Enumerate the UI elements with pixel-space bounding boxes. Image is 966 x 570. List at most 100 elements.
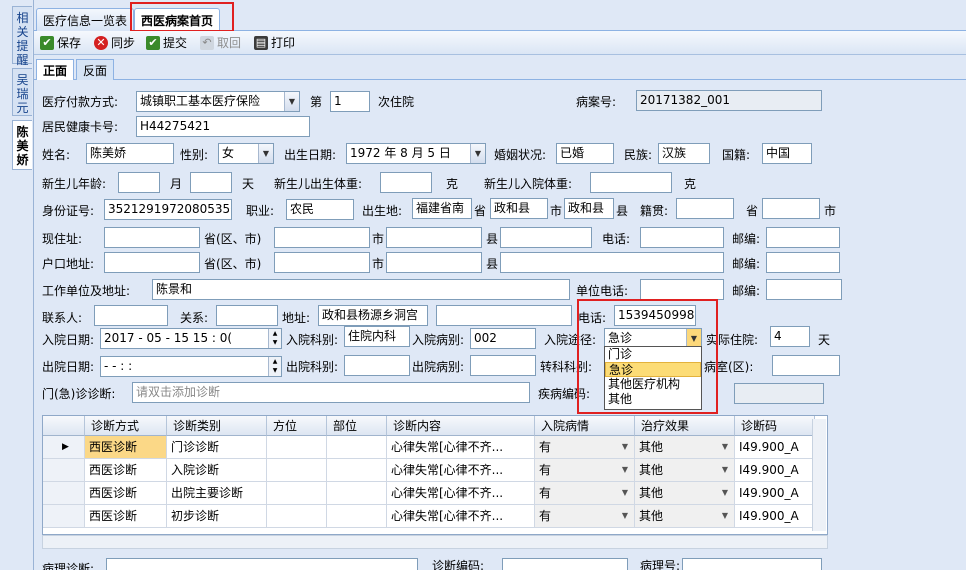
cell-admit-condition[interactable]: 有 ▼ [535, 505, 635, 528]
col-header-admit-condition[interactable]: 入院病情 [535, 416, 635, 436]
hukou-zip-input[interactable] [766, 252, 840, 273]
cell-content[interactable]: 心律失常[心律不齐... [387, 459, 535, 482]
chevron-down-icon[interactable]: ▼ [718, 485, 732, 501]
sync-button[interactable]: ✕ 同步 [94, 34, 135, 52]
birthplace-province-input[interactable]: 福建省南 [412, 198, 472, 219]
current-address-county-input[interactable] [386, 227, 482, 248]
grid-vertical-scrollbar[interactable] [812, 419, 826, 531]
chevron-down-icon[interactable]: ▼ [618, 439, 632, 455]
discharge-dept-input[interactable] [344, 355, 410, 376]
cell-orientation[interactable] [267, 505, 327, 528]
contact-address-input[interactable]: 政和县杨源乡洞宫 [318, 305, 428, 326]
chevron-down-icon[interactable]: ▼ [618, 462, 632, 478]
birth-date-picker[interactable]: 1972 年 8 月 5 日 ▼ [346, 143, 486, 164]
chevron-down-icon[interactable]: ▼ [718, 508, 732, 524]
cell-admit-condition[interactable]: 有 ▼ [535, 459, 635, 482]
route-option-other-institution[interactable]: 其他医疗机构 [605, 377, 701, 392]
cell-code[interactable]: I49.900_A [735, 436, 815, 459]
cell-admit-condition[interactable]: 有 ▼ [535, 436, 635, 459]
cell-orientation[interactable] [267, 459, 327, 482]
submit-button[interactable]: ✔ 提交 [146, 34, 187, 52]
chevron-down-icon[interactable]: ▼ [718, 439, 732, 455]
cell-category[interactable]: 初步诊断 [167, 505, 267, 528]
chevron-down-icon[interactable]: ▼ [718, 462, 732, 478]
cell-outcome[interactable]: 其他 ▼ [635, 436, 735, 459]
cell-orientation[interactable] [267, 482, 327, 505]
contact-phone-input[interactable]: 15394509981 [614, 305, 696, 326]
tab-western-medicine-homepage[interactable]: 西医病案首页 [134, 8, 221, 32]
hukou-city-input[interactable] [274, 252, 370, 273]
cell-method[interactable]: 西医诊断 [85, 436, 167, 459]
cell-outcome[interactable]: 其他 ▼ [635, 482, 735, 505]
cell-category[interactable]: 门诊诊断 [167, 436, 267, 459]
route-option-emergency[interactable]: 急诊 [605, 362, 701, 377]
cell-content[interactable]: 心律失常[心律不齐... [387, 505, 535, 528]
col-header-outcome[interactable]: 治疗效果 [635, 416, 735, 436]
tab-patient-chen[interactable]: 陈美娇 [12, 120, 32, 170]
discharge-date-picker[interactable]: - - : : ▲ ▼ [100, 356, 282, 377]
current-address-city-input[interactable] [274, 227, 370, 248]
cell-method[interactable]: 西医诊断 [85, 482, 167, 505]
discharge-ward-input[interactable] [470, 355, 536, 376]
cell-category[interactable]: 出院主要诊断 [167, 482, 267, 505]
work-unit-input[interactable]: 陈景和 [152, 279, 570, 300]
admission-ward-input[interactable]: 002 [470, 328, 536, 349]
admission-dept-input[interactable]: 住院内科 [344, 326, 410, 347]
cell-orientation[interactable] [267, 436, 327, 459]
calendar-dropdown-icon[interactable]: ▼ [470, 144, 485, 163]
col-header-method[interactable]: 诊断方式 [85, 416, 167, 436]
cell-site[interactable] [327, 436, 387, 459]
cell-site[interactable] [327, 505, 387, 528]
health-card-input[interactable]: H44275421 [136, 116, 310, 137]
newborn-age-day-input[interactable] [190, 172, 232, 193]
hukou-county-input[interactable] [386, 252, 482, 273]
tab-back[interactable]: 反面 [76, 59, 115, 80]
cell-site[interactable] [327, 459, 387, 482]
tab-medical-info-list[interactable]: 医疗信息一览表 [36, 8, 135, 31]
cell-method[interactable]: 西医诊断 [85, 505, 167, 528]
cell-admit-condition[interactable]: 有 ▼ [535, 482, 635, 505]
print-button[interactable]: ▤ 打印 [254, 34, 295, 52]
pathology-number-input[interactable] [682, 558, 822, 570]
col-header-site[interactable]: 部位 [327, 416, 387, 436]
col-header-orientation[interactable]: 方位 [267, 416, 327, 436]
phone-input[interactable] [640, 227, 724, 248]
row-header[interactable] [43, 482, 85, 505]
admission-date-picker[interactable]: 2017 - 05 - 15 15 : 0(▲ ▼ [100, 328, 282, 349]
spin-updown-icon[interactable]: ▲ ▼ [268, 357, 281, 376]
current-row-arrow-icon[interactable]: ▶ [43, 436, 85, 459]
admission-times-input[interactable]: 1 [330, 91, 370, 112]
cell-method[interactable]: 西医诊断 [85, 459, 167, 482]
tab-reminders[interactable]: 相关提醒 [12, 6, 32, 67]
actual-days-input[interactable]: 4 [770, 326, 810, 347]
cell-outcome[interactable]: 其他 ▼ [635, 459, 735, 482]
diagnosis-code-input[interactable] [502, 558, 628, 570]
hukou-detail-input[interactable] [500, 252, 724, 273]
relation-input[interactable] [216, 305, 278, 326]
nationality-input[interactable]: 中国 [762, 143, 812, 164]
id-number-input[interactable]: 352129197208053569 [104, 199, 232, 220]
newborn-age-month-input[interactable] [118, 172, 160, 193]
zip-input[interactable] [766, 227, 840, 248]
withdraw-button[interactable]: ↶ 取回 [200, 34, 241, 52]
work-zip-input[interactable] [766, 279, 842, 300]
route-option-outpatient[interactable]: 门诊 [605, 347, 701, 362]
transfer-ward-input[interactable] [772, 355, 840, 376]
cell-outcome[interactable]: 其他 ▼ [635, 505, 735, 528]
contact-input[interactable] [94, 305, 168, 326]
sex-select[interactable]: 女 ▼ [218, 143, 274, 164]
tab-patient-wu[interactable]: 吴瑞元 [12, 68, 32, 116]
col-header-category[interactable]: 诊断类别 [167, 416, 267, 436]
native-province-input[interactable] [676, 198, 734, 219]
col-header-code[interactable]: 诊断码 [735, 416, 815, 436]
row-header[interactable] [43, 505, 85, 528]
chevron-down-icon[interactable]: ▼ [284, 92, 299, 111]
newborn-birth-weight-input[interactable] [380, 172, 432, 193]
birthplace-county-input[interactable]: 政和县 [564, 198, 614, 219]
cell-category[interactable]: 入院诊断 [167, 459, 267, 482]
row-header[interactable] [43, 459, 85, 482]
payment-method-select[interactable]: 城镇职工基本医疗保险 ▼ [136, 91, 300, 112]
cell-code[interactable]: I49.900_A [735, 505, 815, 528]
chevron-down-icon[interactable]: ▼ [618, 508, 632, 524]
work-phone-input[interactable] [640, 279, 724, 300]
